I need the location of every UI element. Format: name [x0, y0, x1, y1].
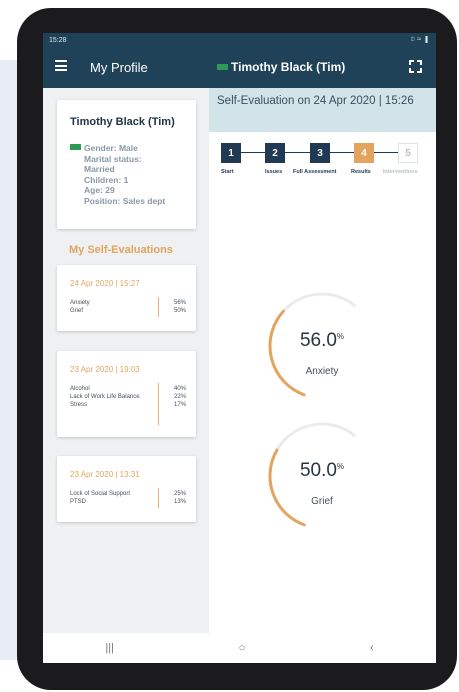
step-2[interactable]: 2	[265, 143, 285, 163]
evaluation-date: 24 Apr 2020 | 15:27	[70, 279, 140, 288]
home-button[interactable]: ○	[239, 642, 246, 654]
profile-children: Children: 1	[84, 174, 129, 185]
profile-marital-label: Marital status:	[84, 153, 142, 164]
evaluation-rows: Anxiety 56% Grief 50%	[70, 299, 186, 315]
evaluation-card[interactable]: 24 Apr 2020 | 15:27 Anxiety 56% Grief 50%	[57, 265, 196, 331]
evaluation-rows: Lock of Social Support 25% PTSD 13%	[70, 490, 186, 506]
status-bar: 15:28 ⯐ ≈ ▮	[43, 33, 436, 47]
left-panel: Timothy Black (Tim) Gender: Male Marital…	[43, 88, 209, 633]
gauge-value-text: 56.0	[299, 330, 337, 351]
gauge-label-anxiety: Anxiety	[306, 366, 339, 377]
stepper: 1 2 3 4 5 Start Issues Full Assessment R…	[209, 132, 436, 192]
android-nav-bar: ||| ○ ‹	[43, 633, 436, 663]
evaluation-row: Lack of Work Life Balance 22%	[70, 394, 186, 400]
step-1[interactable]: 1	[221, 143, 241, 163]
gauge-value-anxiety: 56.0%	[299, 330, 345, 351]
profile-age: Age: 29	[84, 185, 115, 195]
step-label-full-assessment: Full Assessment	[293, 169, 337, 175]
evaluation-row: Grief 50%	[70, 308, 186, 314]
step-3[interactable]: 3	[310, 143, 330, 163]
patient-title: Timothy Black (Tim)	[217, 60, 345, 74]
profile-info: Gender: Male Marital status: Married Chi…	[70, 143, 165, 206]
patient-name: Timothy Black (Tim)	[231, 60, 346, 74]
back-button[interactable]: ‹	[370, 642, 374, 654]
step-4[interactable]: 4	[354, 143, 374, 163]
step-label-results: Results	[351, 169, 371, 175]
gauge-unit: %	[336, 332, 345, 341]
evaluation-header: Self-Evaluation on 24 Apr 2020 | 15:26	[209, 88, 436, 132]
evaluation-date: 23 Apr 2020 | 13:31	[70, 470, 140, 479]
app-bar: My Profile Timothy Black (Tim)	[43, 47, 436, 88]
profile-gender: Gender: Male	[84, 143, 138, 153]
flag-icon	[70, 144, 81, 150]
evaluation-date: 23 Apr 2020 | 19:03	[70, 365, 140, 374]
status-time: 15:28	[49, 36, 67, 44]
tablet-screen: 15:28 ⯐ ≈ ▮ My Profile Timothy Black (Ti…	[43, 33, 436, 663]
step-5[interactable]: 5	[398, 143, 418, 163]
gauge-label-grief: Grief	[311, 496, 333, 507]
flag-icon	[217, 64, 228, 70]
evaluation-card[interactable]: 23 Apr 2020 | 13:31 Lock of Social Suppo…	[57, 456, 196, 522]
evaluation-row: PTSD 13%	[70, 499, 186, 505]
results-gauges: 56.0% Anxiety 50.0% Grief	[268, 292, 357, 527]
hamburger-icon[interactable]	[55, 60, 67, 71]
self-evaluations-title: My Self-Evaluations	[69, 244, 173, 256]
evaluation-row: Stress 17%	[70, 402, 186, 408]
step-label-issues: Issues	[265, 169, 283, 175]
gauge-unit: %	[336, 462, 345, 471]
evaluation-card[interactable]: 23 Apr 2020 | 19:03 Alcohol 40% Lack of W…	[57, 351, 196, 437]
evaluation-row: Lock of Social Support 25%	[70, 491, 186, 497]
profile-position: Position: Sales dept	[84, 195, 166, 206]
fullscreen-icon[interactable]	[409, 60, 422, 73]
gauge-value-text: 50.0	[299, 460, 337, 481]
evaluation-rows: Alcohol 40% Lack of Work Life Balance 22% …	[70, 385, 186, 409]
evaluation-panel: Self-Evaluation on 24 Apr 2020 | 15:26 1…	[209, 88, 436, 663]
app-title: My Profile	[90, 60, 148, 75]
step-label-interventions: Interventions	[383, 169, 418, 175]
recent-apps-button[interactable]: |||	[105, 642, 114, 654]
gauge-value-grief: 50.0%	[299, 460, 345, 481]
evaluation-row: Anxiety 56%	[70, 300, 186, 306]
profile-name: Timothy Black (Tim)	[70, 116, 175, 128]
profile-card: Timothy Black (Tim) Gender: Male Marital…	[57, 100, 196, 229]
evaluation-row: Alcohol 40%	[70, 386, 186, 392]
step-label-start: Start	[221, 169, 234, 175]
status-icons: ⯐ ≈ ▮	[410, 35, 430, 43]
profile-marital-value: Married	[84, 164, 115, 174]
